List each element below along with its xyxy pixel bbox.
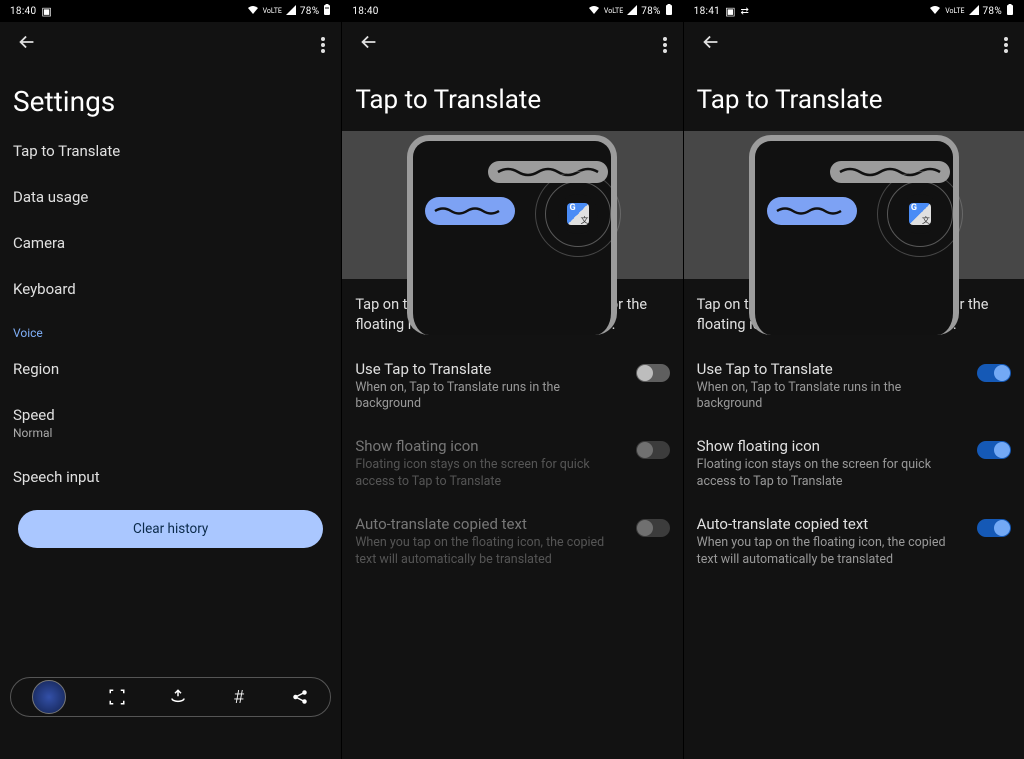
status-bar: 18:40 VoLTE 78% <box>342 0 682 22</box>
back-button[interactable] <box>700 31 722 58</box>
item-tap-to-translate[interactable]: Tap to Translate <box>0 128 341 174</box>
edit-icon[interactable] <box>168 687 188 707</box>
chat-bubble-blue <box>767 197 857 225</box>
panel-settings: 18:40 ▣ VoLTE 78% Settings Tap to Transl… <box>0 0 341 759</box>
google-translate-icon <box>909 203 931 225</box>
setting-show-floating-icon: Show floating icon Floating icon stays o… <box>342 425 682 503</box>
wifi-icon <box>247 5 259 18</box>
item-keyboard[interactable]: Keyboard <box>0 266 341 312</box>
google-translate-icon <box>567 203 589 225</box>
crop-icon[interactable] <box>107 687 127 707</box>
setting-auto-translate: Auto-translate copied text When you tap … <box>342 503 682 581</box>
wifi-icon <box>929 5 941 18</box>
setting-use-tap-to-translate[interactable]: Use Tap to Translate When on, Tap to Tra… <box>342 348 682 426</box>
status-time: 18:40 <box>352 6 378 17</box>
setting-sub: When on, Tap to Translate runs in the ba… <box>697 380 967 414</box>
setting-title: Use Tap to Translate <box>355 360 625 378</box>
setting-sub: When on, Tap to Translate runs in the ba… <box>355 380 625 414</box>
status-time: 18:41 <box>694 6 720 17</box>
signal-icon <box>969 5 979 18</box>
battery-icon <box>323 4 331 19</box>
back-button[interactable] <box>358 31 380 58</box>
app-bar <box>0 22 341 67</box>
status-bar: 18:41 ▣ ⇄ VoLTE 78% <box>684 0 1024 22</box>
wifi-icon <box>588 5 600 18</box>
setting-title: Show floating icon <box>697 437 967 455</box>
battery-icon <box>665 4 673 19</box>
battery-icon <box>1006 4 1014 19</box>
toggle-show <box>636 441 670 459</box>
more-menu-button[interactable] <box>1004 37 1008 53</box>
chat-bubble-blue <box>425 197 515 225</box>
setting-sub: When you tap on the floating icon, the c… <box>697 535 967 569</box>
page-title: Tap to Translate <box>684 67 1024 131</box>
panel-tap-translate-on: 18:41 ▣ ⇄ VoLTE 78% Tap to Translate <box>683 0 1024 759</box>
back-button[interactable] <box>16 31 38 58</box>
toggle-show[interactable] <box>977 441 1011 459</box>
phone-mock <box>407 135 617 335</box>
setting-sub: When you tap on the floating icon, the c… <box>355 535 625 569</box>
toggle-use[interactable] <box>636 364 670 382</box>
network-label: VoLTE <box>263 8 282 15</box>
screenshot-thumb[interactable] <box>32 680 66 714</box>
screenshot-toolbar: # <box>10 677 331 717</box>
phone-mock <box>749 135 959 335</box>
image-icon: ▣ <box>41 5 51 18</box>
network-label: VoLTE <box>945 8 964 15</box>
signal-icon <box>286 5 296 18</box>
floating-translate-icon <box>535 171 621 257</box>
toggle-auto[interactable] <box>977 519 1011 537</box>
setting-auto-translate[interactable]: Auto-translate copied text When you tap … <box>684 503 1024 581</box>
app-bar <box>684 22 1024 67</box>
item-camera[interactable]: Camera <box>0 220 341 266</box>
battery-percent: 78% <box>983 6 1002 17</box>
app-bar <box>342 22 682 67</box>
image-icon: ▣ <box>725 5 735 18</box>
network-label: VoLTE <box>604 8 623 15</box>
speed-label: Speed <box>13 406 328 424</box>
hero-illustration <box>342 131 682 279</box>
status-time: 18:40 <box>10 6 36 17</box>
item-data-usage[interactable]: Data usage <box>0 174 341 220</box>
panel-tap-translate-off: 18:40 VoLTE 78% Tap to Translate <box>341 0 682 759</box>
page-title: Settings <box>0 67 341 128</box>
toggle-use[interactable] <box>977 364 1011 382</box>
more-menu-button[interactable] <box>321 37 325 53</box>
setting-sub: Floating icon stays on the screen for qu… <box>697 457 967 491</box>
section-voice: Voice <box>0 312 341 346</box>
status-bar: 18:40 ▣ VoLTE 78% <box>0 0 341 22</box>
setting-title: Show floating icon <box>355 437 625 455</box>
item-speech-input[interactable]: Speech input <box>0 454 341 500</box>
battery-percent: 78% <box>300 6 319 17</box>
more-menu-button[interactable] <box>663 37 667 53</box>
setting-title: Auto-translate copied text <box>697 515 967 533</box>
floating-translate-icon <box>877 171 963 257</box>
battery-percent: 78% <box>641 6 660 17</box>
item-speed[interactable]: Speed Normal <box>0 392 341 454</box>
setting-title: Auto-translate copied text <box>355 515 625 533</box>
setting-sub: Floating icon stays on the screen for qu… <box>355 457 625 491</box>
setting-title: Use Tap to Translate <box>697 360 967 378</box>
clear-history-button[interactable]: Clear history <box>18 510 323 548</box>
toggle-auto <box>636 519 670 537</box>
signal-icon <box>627 5 637 18</box>
page-title: Tap to Translate <box>342 67 682 131</box>
hero-illustration <box>684 131 1024 279</box>
setting-show-floating-icon[interactable]: Show floating icon Floating icon stays o… <box>684 425 1024 503</box>
share-icon[interactable] <box>290 687 310 707</box>
hashtag-icon[interactable]: # <box>229 687 249 707</box>
speed-value: Normal <box>13 426 328 440</box>
item-region[interactable]: Region <box>0 346 341 392</box>
translate-status-icon: ⇄ <box>740 6 748 17</box>
setting-use-tap-to-translate[interactable]: Use Tap to Translate When on, Tap to Tra… <box>684 348 1024 426</box>
